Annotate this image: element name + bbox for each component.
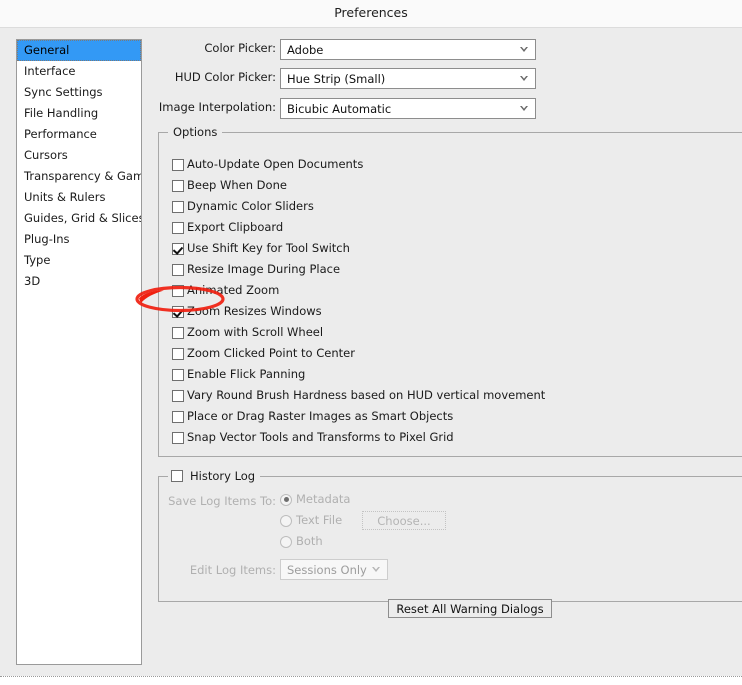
- sidebar-item-general[interactable]: General: [17, 40, 141, 61]
- option-label: Use Shift Key for Tool Switch: [187, 241, 350, 255]
- option-label: Snap Vector Tools and Transforms to Pixe…: [187, 430, 454, 444]
- checkbox-indicator: [172, 284, 184, 297]
- image-interpolation-label: Image Interpolation:: [158, 100, 276, 114]
- checkbox-indicator: [172, 200, 184, 213]
- option-zoom-with-scroll-wheel[interactable]: Zoom with Scroll Wheel: [172, 324, 323, 341]
- option-beep-when-done[interactable]: Beep When Done: [172, 177, 287, 194]
- option-label: Animated Zoom: [187, 283, 280, 297]
- checkbox-indicator: [172, 263, 184, 276]
- option-label: Enable Flick Panning: [187, 367, 306, 381]
- history-log-title-row: History Log: [168, 469, 261, 483]
- option-label: Beep When Done: [187, 178, 287, 192]
- sidebar-item-interface[interactable]: Interface: [17, 61, 141, 82]
- option-label: Export Clipboard: [187, 220, 284, 234]
- image-interpolation-select[interactable]: Bicubic Automatic: [280, 98, 536, 119]
- options-group-title: Options: [168, 125, 223, 139]
- radio-metadata-indicator: [280, 493, 292, 506]
- preferences-category-list[interactable]: General Interface Sync Settings File Handli…: [16, 39, 142, 665]
- edit-log-items-label: Edit Log Items:: [189, 563, 276, 577]
- sidebar-item-file-handling[interactable]: File Handling: [17, 103, 141, 124]
- option-use-shift-key-for-tool-switch[interactable]: Use Shift Key for Tool Switch: [172, 240, 350, 257]
- radio-metadata-label: Metadata: [296, 492, 351, 506]
- sidebar-item-plug-ins[interactable]: Plug-Ins: [17, 229, 141, 250]
- reset-all-warning-dialogs-button[interactable]: Reset All Warning Dialogs: [388, 599, 552, 618]
- checkbox-indicator: [172, 242, 184, 255]
- edit-log-items-value: Sessions Only: [287, 563, 367, 577]
- option-label: Zoom Clicked Point to Center: [187, 346, 355, 360]
- sidebar-item-3d[interactable]: 3D: [17, 271, 141, 292]
- hud-color-picker-select[interactable]: Hue Strip (Small): [280, 68, 536, 89]
- option-vary-round-brush-hardness-based-on-hud-vertical-movement[interactable]: Vary Round Brush Hardness based on HUD v…: [172, 387, 545, 404]
- checkbox-indicator: [172, 389, 184, 402]
- radio-both[interactable]: Both: [280, 533, 323, 550]
- color-picker-value: Adobe: [287, 43, 324, 57]
- checkbox-indicator: [172, 410, 184, 423]
- option-zoom-clicked-point-to-center[interactable]: Zoom Clicked Point to Center: [172, 345, 355, 362]
- history-log-label: History Log: [190, 469, 256, 483]
- hud-color-picker-label: HUD Color Picker:: [174, 70, 276, 84]
- color-picker-label: Color Picker:: [204, 41, 276, 55]
- sidebar-item-cursors[interactable]: Cursors: [17, 145, 141, 166]
- sidebar-item-performance[interactable]: Performance: [17, 124, 141, 145]
- chevron-down-icon: [520, 47, 528, 52]
- image-interpolation-value: Bicubic Automatic: [287, 102, 392, 116]
- checkbox-indicator: [172, 305, 184, 318]
- option-label: Place or Drag Raster Images as Smart Obj…: [187, 409, 454, 423]
- window-title-bar: Preferences: [0, 0, 742, 28]
- radio-text-file[interactable]: Text File: [280, 512, 342, 529]
- option-zoom-resizes-windows[interactable]: Zoom Resizes Windows: [172, 303, 322, 320]
- checkbox-indicator: [172, 431, 184, 444]
- checkbox-indicator: [172, 221, 184, 234]
- choose-button[interactable]: Choose...: [362, 511, 446, 530]
- history-log-checkbox[interactable]: [171, 470, 183, 482]
- option-resize-image-during-place[interactable]: Resize Image During Place: [172, 261, 340, 278]
- edit-log-items-select[interactable]: Sessions Only: [280, 559, 388, 580]
- hud-color-picker-value: Hue Strip (Small): [287, 72, 386, 86]
- checkbox-indicator: [172, 179, 184, 192]
- radio-text-file-indicator: [280, 514, 292, 527]
- checkbox-indicator: [172, 347, 184, 360]
- chevron-down-icon: [520, 76, 528, 81]
- chevron-down-icon: [372, 567, 380, 572]
- chevron-down-icon: [520, 106, 528, 111]
- radio-text-file-label: Text File: [296, 513, 343, 527]
- preferences-dialog: General Interface Sync Settings File Handli…: [0, 28, 742, 676]
- option-label: Resize Image During Place: [187, 262, 341, 276]
- radio-metadata[interactable]: Metadata: [280, 491, 350, 508]
- checkbox-indicator: [172, 368, 184, 381]
- option-label: Dynamic Color Sliders: [187, 199, 314, 213]
- option-label: Vary Round Brush Hardness based on HUD v…: [187, 388, 546, 402]
- sidebar-item-sync-settings[interactable]: Sync Settings: [17, 82, 141, 103]
- option-animated-zoom[interactable]: Animated Zoom: [172, 282, 279, 299]
- option-label: Zoom Resizes Windows: [187, 304, 322, 318]
- sidebar-item-transparency-gamut[interactable]: Transparency & Gamut: [17, 166, 141, 187]
- option-snap-vector-tools-and-transforms-to-pixel-grid[interactable]: Snap Vector Tools and Transforms to Pixe…: [172, 429, 454, 446]
- option-auto-update-open-documents[interactable]: Auto-Update Open Documents: [172, 156, 363, 173]
- sidebar-item-guides-grid-slices[interactable]: Guides, Grid & Slices: [17, 208, 141, 229]
- radio-both-indicator: [280, 535, 292, 548]
- radio-both-label: Both: [296, 534, 323, 548]
- option-enable-flick-panning[interactable]: Enable Flick Panning: [172, 366, 305, 383]
- checkbox-indicator: [172, 326, 184, 339]
- checkbox-indicator: [172, 158, 184, 171]
- option-label: Zoom with Scroll Wheel: [187, 325, 324, 339]
- window-title: Preferences: [334, 5, 408, 20]
- option-place-or-drag-raster-images-as-smart-objects[interactable]: Place or Drag Raster Images as Smart Obj…: [172, 408, 453, 425]
- save-log-items-label: Save Log Items To:: [168, 494, 276, 508]
- option-dynamic-color-sliders[interactable]: Dynamic Color Sliders: [172, 198, 314, 215]
- preferences-content-pane: Color Picker: Adobe HUD Color Picker: Hu…: [150, 28, 742, 676]
- color-picker-select[interactable]: Adobe: [280, 39, 536, 60]
- sidebar-item-units-rulers[interactable]: Units & Rulers: [17, 187, 141, 208]
- sidebar-item-type[interactable]: Type: [17, 250, 141, 271]
- option-label: Auto-Update Open Documents: [187, 157, 364, 171]
- option-export-clipboard[interactable]: Export Clipboard: [172, 219, 283, 236]
